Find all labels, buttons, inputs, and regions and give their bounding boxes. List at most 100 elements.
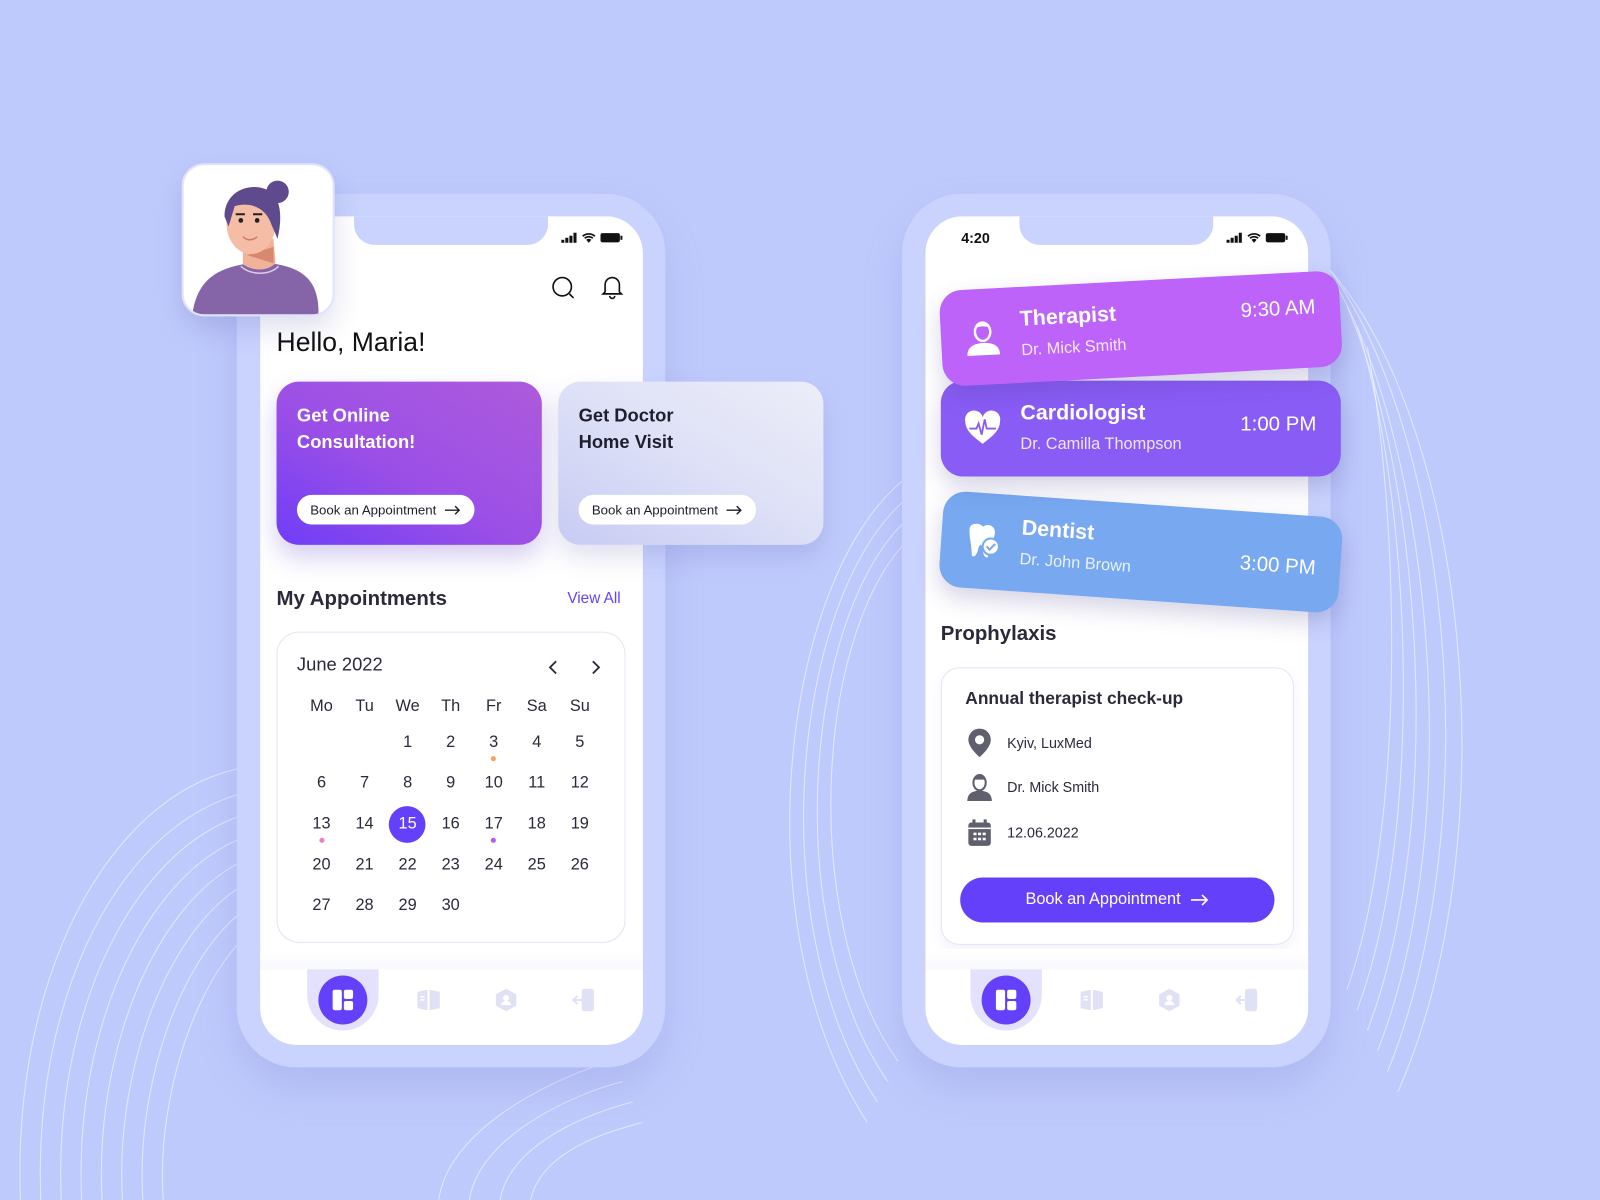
day-number: 21 (355, 856, 374, 874)
location-row: Kyiv, LuxMed (966, 728, 1092, 759)
card-title-line: Get Online (296, 405, 390, 426)
day-number: 11 (528, 774, 546, 792)
calendar-day[interactable]: 5 (558, 722, 601, 763)
chevron-right-icon[interactable] (590, 659, 602, 675)
nav-book[interactable] (1067, 976, 1116, 1025)
day-number: 29 (398, 896, 417, 915)
calendar: June 2022 Mo Tu We Th Fr Sa Su 1 2 3 4 5 6 7 8 9 10 11 12 1… (276, 631, 626, 943)
calendar-day[interactable]: 23 (429, 845, 472, 886)
status-time: 4:20 (961, 229, 990, 246)
calendar-day[interactable]: 7 (343, 763, 386, 804)
canvas: Hello, Maria! Get Online Consultation! B… (0, 0, 1600, 1200)
nav-logout[interactable] (1222, 976, 1271, 1025)
calendar-day[interactable]: 10 (472, 763, 515, 804)
calendar-day[interactable]: 16 (429, 804, 472, 845)
checkup-title: Annual therapist check-up (965, 688, 1184, 709)
appointment-time: 3:00 PM (1239, 551, 1317, 580)
calendar-day[interactable]: 29 (386, 886, 429, 927)
calendar-day[interactable]: 22 (386, 845, 429, 886)
nav-dashboard[interactable] (318, 975, 368, 1025)
calendar-day[interactable]: 21 (343, 845, 386, 886)
calendar-day[interactable]: 3 (472, 722, 515, 763)
wifi-icon (1247, 233, 1261, 243)
calendar-day[interactable]: 6 (300, 763, 343, 804)
calendar-day[interactable]: 13 (300, 804, 343, 845)
calendar-day[interactable]: 17 (472, 804, 515, 845)
calendar-day[interactable]: 26 (558, 845, 601, 886)
specialty: Cardiologist (1020, 401, 1146, 425)
day-number: 20 (312, 856, 331, 874)
calendar-day[interactable]: 2 (429, 722, 472, 763)
calendar-day[interactable]: 20 (300, 845, 343, 886)
card-title: Get Doctor Home Visit (579, 402, 674, 455)
day-number: 10 (484, 774, 503, 792)
calendar-day[interactable]: 4 (515, 722, 558, 763)
location-pin-icon (968, 728, 991, 758)
location-text: Kyiv, LuxMed (1007, 734, 1092, 752)
calendar-day[interactable]: 27 (300, 886, 343, 927)
weekday-header: Su (569, 697, 590, 716)
calendar-day[interactable]: 12 (558, 763, 601, 804)
chevron-left-icon[interactable] (547, 659, 559, 675)
day-number: 8 (403, 774, 413, 792)
appointment-card-cardiologist[interactable]: Cardiologist Dr. Camilla Thompson 1:00 P… (940, 380, 1341, 477)
calendar-day[interactable]: 9 (429, 763, 472, 804)
day-number: 4 (532, 733, 542, 752)
nav-profile[interactable] (482, 976, 531, 1025)
calendar-day[interactable]: 19 (558, 804, 601, 845)
card-title-line: Home Visit (578, 431, 674, 453)
calendar-day[interactable]: 11 (515, 763, 558, 804)
wifi-icon (582, 233, 596, 243)
nav-logout[interactable] (559, 976, 608, 1025)
woman-avatar-illustration (192, 180, 319, 315)
calendar-day[interactable]: 1 (386, 722, 429, 763)
nav-profile[interactable] (1145, 976, 1194, 1025)
nav-dashboard[interactable] (981, 975, 1031, 1025)
phone-notch (354, 216, 548, 245)
left-bottom-nav (260, 948, 643, 1045)
prophylaxis-card: Annual therapist check-up Kyiv, LuxMed D… (940, 667, 1294, 945)
specialty: Therapist (1019, 302, 1117, 331)
day-number: 25 (527, 856, 546, 874)
day-number: 7 (360, 774, 370, 792)
doctor-icon (967, 773, 992, 802)
calendar-day[interactable]: 25 (515, 845, 558, 886)
logout-icon (1235, 988, 1258, 1012)
signal-icon (561, 232, 577, 243)
online-consultation-card[interactable]: Get Online Consultation! Book an Appoint… (276, 381, 542, 545)
day-number: 14 (355, 815, 374, 833)
dashboard-icon (332, 989, 354, 1011)
battery-icon (1265, 233, 1288, 243)
calendar-month: June 2022 (296, 654, 383, 675)
view-all-link[interactable]: View All (567, 590, 620, 607)
calendar-day[interactable]: 14 (343, 804, 386, 845)
day-number: 16 (441, 815, 460, 833)
book-icon (1080, 989, 1104, 1011)
book-appointment-button[interactable]: Book an Appointment (296, 494, 475, 525)
weekday-header: Th (441, 697, 461, 716)
day-number: 23 (441, 856, 460, 874)
battery-icon (600, 233, 623, 243)
calendar-day[interactable]: 30 (429, 886, 472, 927)
book-appointment-primary-button[interactable]: Book an Appointment (960, 877, 1275, 923)
search-icon[interactable] (551, 276, 575, 300)
calendar-day[interactable]: 28 (343, 886, 386, 927)
user-avatar[interactable] (181, 163, 335, 317)
appointment-time: 9:30 AM (1240, 295, 1317, 323)
button-label: Book an Appointment (1025, 890, 1181, 909)
book-appointment-button[interactable]: Book an Appointment (578, 494, 756, 525)
home-visit-card[interactable]: Get Doctor Home Visit Book an Appointmen… (558, 381, 824, 545)
calendar-day[interactable]: 8 (386, 763, 429, 804)
day-number: 6 (316, 774, 327, 792)
card-title-line: Consultation! (296, 431, 416, 453)
calendar-day[interactable]: 24 (472, 845, 515, 886)
doctor-row: Dr. Mick Smith (966, 772, 1099, 802)
calendar-empty-cell (343, 722, 386, 763)
bell-icon[interactable] (601, 273, 624, 300)
day-number: 30 (441, 896, 460, 915)
book-icon (417, 989, 440, 1011)
nav-book[interactable] (404, 976, 453, 1025)
calendar-day-selected[interactable]: 15 (386, 804, 429, 845)
calendar-day[interactable]: 18 (515, 804, 558, 845)
specialty: Dentist (1020, 516, 1096, 545)
